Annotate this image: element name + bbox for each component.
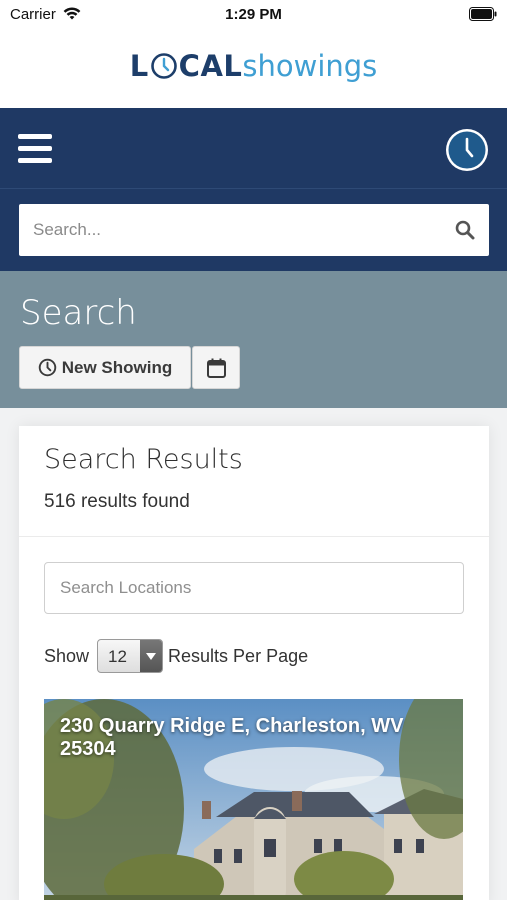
- status-time: 1:29 PM: [225, 6, 282, 23]
- nav-divider: [0, 188, 507, 189]
- new-showing-button[interactable]: New Showing: [19, 346, 191, 389]
- global-search-box: [19, 204, 489, 256]
- per-page-suffix: Results Per Page: [168, 645, 309, 666]
- calendar-button[interactable]: [192, 346, 240, 389]
- page-title: Search: [20, 293, 137, 333]
- logo-text-l: L: [129, 49, 149, 83]
- search-icon[interactable]: [455, 220, 475, 240]
- hamburger-menu-icon[interactable]: [18, 134, 52, 164]
- global-search-input[interactable]: [33, 204, 433, 256]
- per-page-value: 12: [108, 647, 127, 666]
- results-per-page-row: Show 12 Results Per Page: [44, 638, 308, 674]
- results-count: 516 results found: [44, 491, 190, 512]
- new-showing-label: New Showing: [61, 357, 173, 377]
- page-header: Search New Showing: [0, 271, 507, 408]
- search-results-card: Search Results 516 results found Show 12…: [19, 426, 489, 900]
- card-divider: [19, 536, 489, 537]
- status-bar: Carrier 1:29 PM: [0, 0, 507, 28]
- logo-band: L CALshowings: [0, 28, 507, 108]
- results-title: Search Results: [44, 444, 243, 475]
- chevron-down-icon: [140, 640, 163, 672]
- listing-card[interactable]: 230 Quarry Ridge E, Charleston, WV 25304: [44, 699, 463, 900]
- show-label: Show: [44, 645, 90, 666]
- clock-outline-icon: [38, 358, 56, 377]
- search-locations-input[interactable]: [44, 562, 464, 614]
- battery-icon: [469, 7, 497, 21]
- listing-address: 230 Quarry Ridge E, Charleston, WV 25304: [60, 715, 404, 760]
- clock-icon[interactable]: [445, 128, 489, 172]
- app-logo: L CALshowings: [0, 48, 507, 85]
- logo-text-cal: CAL: [178, 49, 243, 83]
- results-per-page-select[interactable]: 12: [97, 639, 164, 673]
- calendar-icon: [207, 358, 226, 378]
- logo-clock-icon: [150, 53, 177, 79]
- logo-text-showings: showings: [242, 49, 378, 83]
- top-navigation: [0, 108, 507, 271]
